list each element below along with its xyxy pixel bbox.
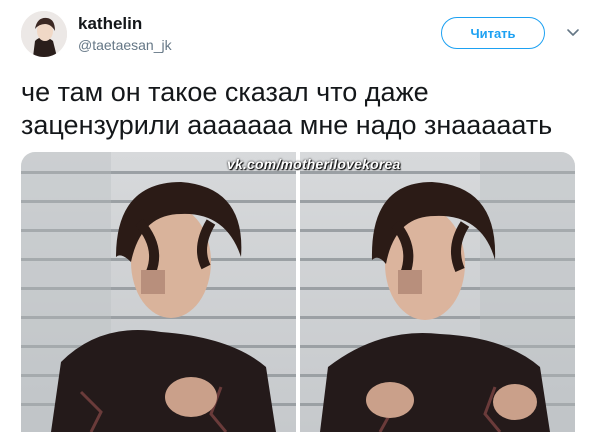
tweet-text-line-2: зацензурили ааааааа мне надо знааааать — [21, 110, 553, 140]
tweet-card: kathelin @taetaesan_jk Читать че там он … — [0, 0, 592, 432]
watermark: vk.com/motherilovekorea — [227, 156, 401, 172]
chevron-down-icon[interactable] — [566, 26, 580, 40]
photo-right[interactable] — [300, 152, 575, 432]
display-name[interactable]: kathelin — [78, 14, 142, 34]
tweet-text: че там он такое сказал что даже зацензур… — [21, 76, 581, 142]
media-grid: vk.com/motherilovekorea — [21, 152, 575, 432]
avatar[interactable] — [21, 11, 67, 57]
user-handle[interactable]: @taetaesan_jk — [78, 36, 172, 54]
tweet-text-line-1: че там он такое сказал что даже — [21, 77, 429, 107]
follow-button[interactable]: Читать — [441, 17, 545, 49]
photo-left[interactable] — [21, 152, 296, 432]
